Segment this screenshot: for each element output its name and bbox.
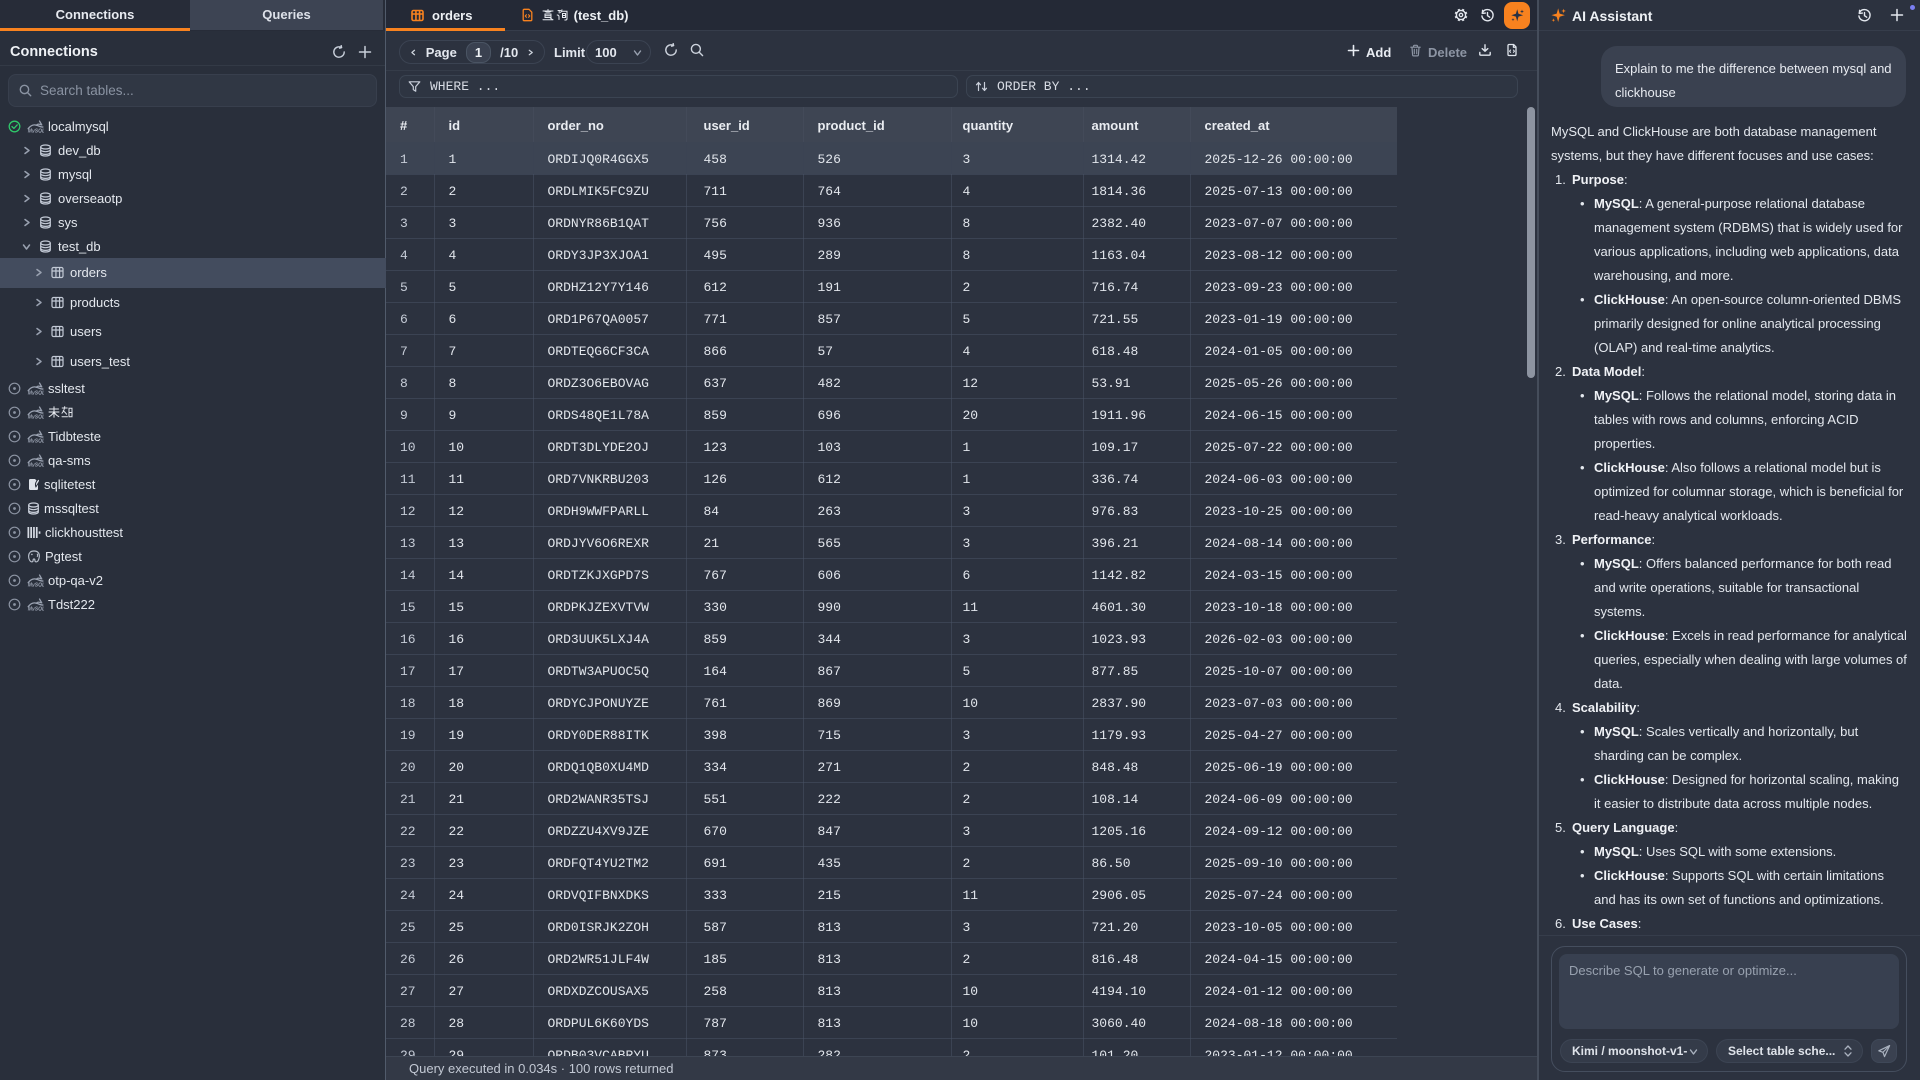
svg-text:MySQL: MySQL <box>28 128 44 133</box>
svg-text:MySQL: MySQL <box>28 390 44 395</box>
svg-text:MySQL: MySQL <box>28 462 44 467</box>
svg-text:MySQL: MySQL <box>28 582 44 587</box>
svg-text:MySQL: MySQL <box>28 438 44 443</box>
svg-text:MySQL: MySQL <box>28 606 44 611</box>
svg-text:MySQL: MySQL <box>28 414 44 419</box>
